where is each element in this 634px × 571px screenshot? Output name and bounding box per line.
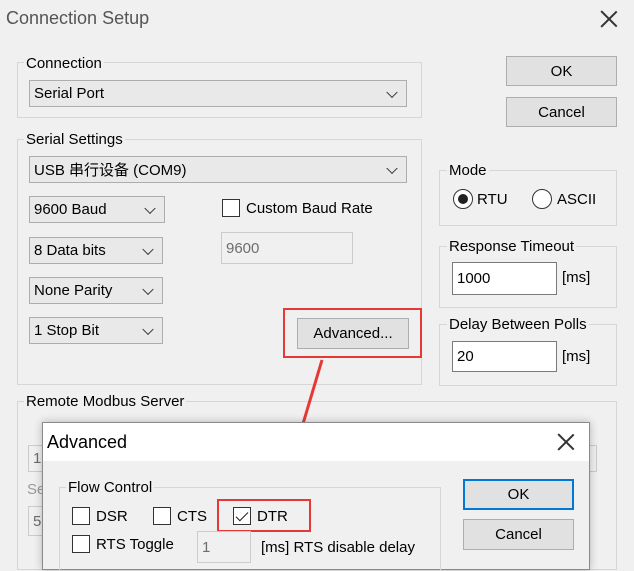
advanced-ok-button[interactable]: OK: [463, 479, 574, 510]
ascii-radio[interactable]: [532, 189, 552, 209]
mode-label: Mode: [447, 162, 489, 179]
parity-select-value: None Parity: [34, 282, 113, 299]
chevron-down-icon: [144, 202, 156, 214]
rts-delay-input[interactable]: 1: [197, 531, 251, 563]
advanced-dialog: Advanced Flow Control DSR CTS DTR RTS To…: [42, 422, 590, 571]
response-timeout-label: Response Timeout: [447, 238, 577, 255]
rtu-label: RTU: [477, 191, 508, 208]
dtr-label: DTR: [257, 508, 288, 525]
cancel-button[interactable]: Cancel: [506, 97, 617, 127]
advanced-cancel-button[interactable]: Cancel: [463, 519, 574, 550]
chevron-down-icon: [386, 162, 398, 174]
custom-baud-checkbox[interactable]: [222, 199, 240, 217]
parity-select[interactable]: None Parity: [29, 277, 163, 304]
delay-polls-label: Delay Between Polls: [447, 316, 589, 333]
response-timeout-unit: [ms]: [562, 269, 591, 286]
connection-group-label: Connection: [24, 55, 104, 72]
ascii-label: ASCII: [557, 191, 597, 208]
connection-select-value: Serial Port: [34, 85, 105, 102]
close-icon[interactable]: [557, 433, 575, 451]
chevron-down-icon: [386, 86, 398, 98]
baud-select-value: 9600 Baud: [34, 201, 107, 218]
response-timeout-input[interactable]: 1000: [452, 262, 557, 295]
data-bits-select-value: 8 Data bits: [34, 242, 106, 259]
delay-polls-unit: [ms]: [562, 348, 591, 365]
port-select[interactable]: USB 串行设备 (COM9): [29, 156, 407, 183]
advanced-dialog-title: Advanced: [47, 432, 128, 452]
cts-checkbox[interactable]: [153, 507, 171, 525]
window-title: Connection Setup: [6, 8, 150, 28]
flow-control-label: Flow Control: [66, 479, 155, 496]
dsr-checkbox[interactable]: [72, 507, 90, 525]
baud-select[interactable]: 9600 Baud: [29, 196, 165, 223]
dsr-label: DSR: [96, 508, 128, 525]
dtr-checkbox[interactable]: [233, 507, 251, 525]
chevron-down-icon: [142, 243, 154, 255]
remote-server-label: Remote Modbus Server: [24, 393, 187, 410]
rts-delay-label: [ms] RTS disable delay: [261, 539, 415, 556]
delay-polls-input[interactable]: 20: [452, 341, 557, 372]
serial-settings-label: Serial Settings: [24, 131, 125, 148]
rts-toggle-label: RTS Toggle: [96, 536, 174, 553]
stop-bits-select-value: 1 Stop Bit: [34, 322, 100, 339]
port-select-value: USB 串行设备 (COM9): [34, 162, 187, 179]
chevron-down-icon: [142, 283, 154, 295]
cts-label: CTS: [177, 508, 207, 525]
stop-bits-select[interactable]: 1 Stop Bit: [29, 317, 163, 344]
rts-toggle-checkbox[interactable]: [72, 535, 90, 553]
ok-button[interactable]: OK: [506, 56, 617, 86]
rtu-radio[interactable]: [453, 189, 473, 209]
advanced-button[interactable]: Advanced...: [297, 318, 409, 349]
data-bits-select[interactable]: 8 Data bits: [29, 237, 163, 264]
chevron-down-icon: [142, 323, 154, 335]
custom-baud-input[interactable]: 9600: [221, 232, 353, 264]
close-icon[interactable]: [600, 10, 618, 28]
connection-select[interactable]: Serial Port: [29, 80, 407, 107]
custom-baud-label: Custom Baud Rate: [246, 200, 373, 217]
